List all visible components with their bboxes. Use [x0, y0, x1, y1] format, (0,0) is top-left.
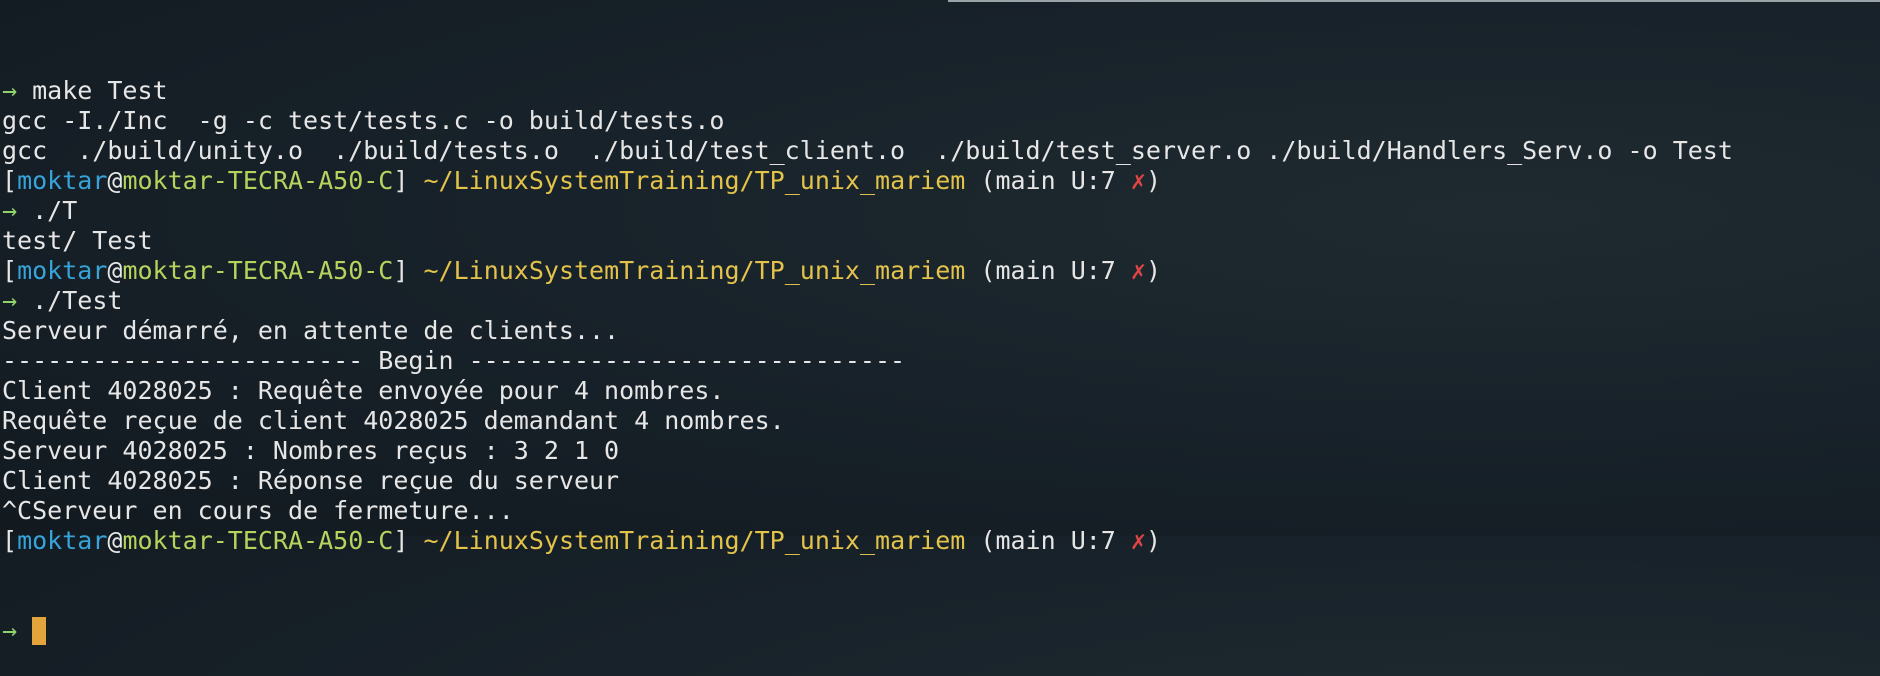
segment-user: moktar	[17, 526, 108, 555]
segment-arrow: →	[2, 196, 33, 225]
segment-path: ~/LinuxSystemTraining/TP_unix_mariem	[423, 526, 966, 555]
segment-text: gcc -I./Inc -g -c test/tests.c -o build/…	[2, 106, 725, 135]
segment-text: ]	[393, 256, 424, 285]
segment-text: ]	[393, 166, 424, 195]
active-prompt-line[interactable]: →	[2, 616, 1733, 646]
segment-x: ✗	[1130, 256, 1146, 285]
segment-path: ~/LinuxSystemTraining/TP_unix_mariem	[423, 166, 966, 195]
segment-text: )	[1145, 166, 1162, 195]
segment-x: ✗	[1130, 166, 1146, 195]
terminal-line: Client 4028025 : Requête envoyée pour 4 …	[2, 376, 1733, 406]
terminal-line: → ./Test	[2, 286, 1733, 316]
segment-text: @	[107, 256, 123, 285]
segment-text: Serveur démarré, en attente de clients..…	[2, 316, 620, 345]
segment-text: )	[1145, 526, 1162, 555]
segment-text: ]	[393, 526, 424, 555]
segment-text: Requête reçue de client 4028025 demandan…	[2, 406, 785, 435]
segment-text: @	[107, 526, 123, 555]
segment-user: moktar	[17, 256, 108, 285]
segment-x: ✗	[1130, 526, 1146, 555]
segment-text: ./Test	[32, 286, 123, 315]
segment-host: moktar-TECRA-A50-C	[122, 526, 394, 555]
segment-arrow: →	[2, 76, 33, 105]
terminal-line: Serveur 4028025 : Nombres reçus : 3 2 1 …	[2, 436, 1733, 466]
terminal-line: ^CServeur en cours de fermeture...	[2, 496, 1733, 526]
terminal-line: → make Test	[2, 76, 1733, 106]
segment-text: Client 4028025 : Requête envoyée pour 4 …	[2, 376, 725, 405]
window-top-border	[948, 0, 1880, 2]
segment-host: moktar-TECRA-A50-C	[122, 166, 394, 195]
segment-text: ^CServeur en cours de fermeture...	[2, 496, 514, 525]
segment-text: [	[2, 166, 18, 195]
segment-host: moktar-TECRA-A50-C	[122, 256, 394, 285]
terminal-line: → ./T	[2, 196, 1733, 226]
segment-text: (main U:7	[965, 166, 1131, 195]
terminal-line: gcc ./build/unity.o ./build/tests.o ./bu…	[2, 136, 1733, 166]
segment-text: Serveur 4028025 : Nombres reçus : 3 2 1 …	[2, 436, 620, 465]
terminal-line: [moktar@moktar-TECRA-A50-C] ~/LinuxSyste…	[2, 256, 1733, 286]
segment-text: [	[2, 526, 18, 555]
prompt-arrow: →	[2, 616, 18, 645]
segment-user: moktar	[17, 166, 108, 195]
terminal-line: [moktar@moktar-TECRA-A50-C] ~/LinuxSyste…	[2, 166, 1733, 196]
text-cursor	[32, 617, 47, 645]
segment-text: @	[107, 166, 123, 195]
segment-text: test/ Test	[2, 226, 153, 255]
terminal-line: ------------------------ Begin ---------…	[2, 346, 1733, 376]
terminal-line: Client 4028025 : Réponse reçue du serveu…	[2, 466, 1733, 496]
segment-arrow: →	[2, 286, 33, 315]
terminal-output[interactable]: → make Test gcc -I./Inc -g -c test/tests.…	[2, 16, 1733, 676]
segment-text: Client 4028025 : Réponse reçue du serveu…	[2, 466, 620, 495]
terminal-lines: → make Test gcc -I./Inc -g -c test/tests.…	[2, 76, 1733, 556]
terminal-line: [moktar@moktar-TECRA-A50-C] ~/LinuxSyste…	[2, 526, 1733, 556]
segment-text: ./T	[32, 196, 78, 225]
terminal-line: test/ Test	[2, 226, 1733, 256]
terminal-line: Serveur démarré, en attente de clients..…	[2, 316, 1733, 346]
segment-text: (main U:7	[965, 256, 1131, 285]
segment-text: [	[2, 256, 18, 285]
segment-text: (main U:7	[965, 526, 1131, 555]
segment-text: )	[1145, 256, 1162, 285]
terminal-line: gcc -I./Inc -g -c test/tests.c -o build/…	[2, 106, 1733, 136]
segment-text: gcc ./build/unity.o ./build/tests.o ./bu…	[2, 136, 1733, 165]
segment-text: make Test	[32, 76, 168, 105]
terminal-line: Requête reçue de client 4028025 demandan…	[2, 406, 1733, 436]
segment-path: ~/LinuxSystemTraining/TP_unix_mariem	[423, 256, 966, 285]
segment-text: ------------------------ Begin ---------…	[2, 346, 906, 375]
